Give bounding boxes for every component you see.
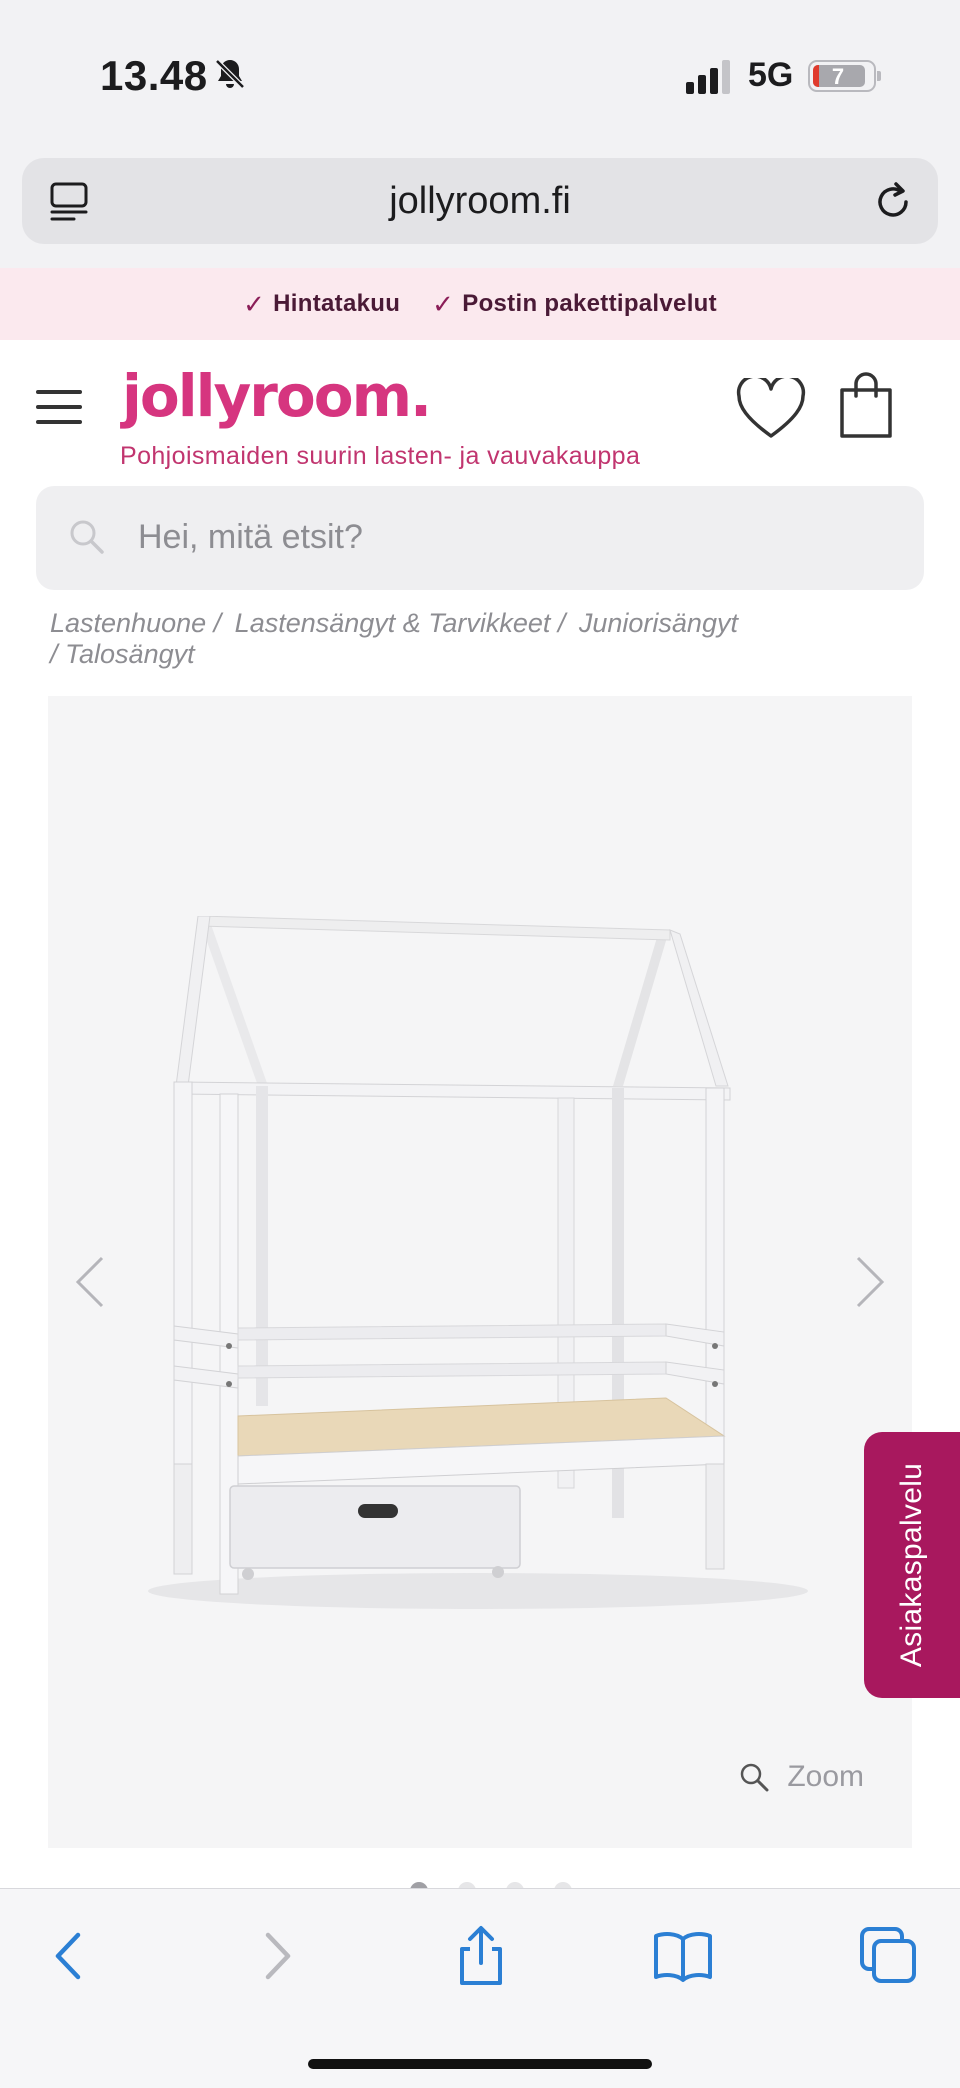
promo-item: ✓ Hintatakuu <box>243 289 400 320</box>
share-icon[interactable] <box>450 1925 512 1987</box>
address-bar[interactable]: jollyroom.fi <box>22 158 938 244</box>
check-icon: ✓ <box>243 288 266 319</box>
reload-icon[interactable] <box>872 180 914 222</box>
breadcrumb: Lastenhuone / Lastensängyt & Tarvikkeet … <box>50 608 910 670</box>
promo-item: ✓ Postin pakettipalvelut <box>432 289 717 320</box>
promo-bar: ✓ Hintatakuu ✓ Postin pakettipalvelut <box>0 268 960 340</box>
home-indicator <box>308 2059 652 2069</box>
site-logo[interactable]: jollyroom. <box>122 362 432 430</box>
heart-icon[interactable] <box>736 378 806 440</box>
bookmarks-icon[interactable] <box>652 1925 714 1987</box>
breadcrumb-link[interactable]: Lastensängyt & Tarvikkeet / <box>235 608 566 638</box>
site-header: jollyroom. Pohjoismaiden suurin lasten- … <box>0 340 960 480</box>
status-time: 13.48 <box>100 52 208 99</box>
product-image-gallery[interactable]: Zoom <box>48 696 912 1848</box>
customer-service-tab[interactable]: Asiakaspalvelu <box>864 1432 960 1698</box>
battery-level: 7 <box>831 64 845 89</box>
url-domain[interactable]: jollyroom.fi <box>22 180 938 223</box>
search-placeholder[interactable]: Hei, mitä etsit? <box>138 518 363 557</box>
promo-text: Hintatakuu <box>273 290 401 317</box>
zoom-icon <box>741 1763 769 1792</box>
check-icon: ✓ <box>432 288 455 319</box>
hamburger-menu-icon[interactable] <box>36 390 84 426</box>
status-bar: 13.48 5G 7 <box>0 0 960 150</box>
previous-image-arrow-icon[interactable] <box>70 1254 110 1310</box>
breadcrumb-link[interactable]: Juniorisängyt <box>579 608 738 638</box>
next-image-arrow-icon[interactable] <box>850 1254 890 1310</box>
search-icon <box>70 520 104 554</box>
network-type: 5G <box>748 56 794 94</box>
forward-icon[interactable] <box>246 1925 308 1987</box>
search-input[interactable]: Hei, mitä etsit? <box>36 486 924 590</box>
site-tagline: Pohjoismaiden suurin lasten- ja vauvakau… <box>120 442 641 470</box>
product-image[interactable] <box>118 916 858 1636</box>
tabs-icon[interactable] <box>858 1925 920 1987</box>
back-icon[interactable] <box>38 1925 100 1987</box>
browser-toolbar <box>0 1888 960 2088</box>
signal-icon <box>686 60 730 94</box>
battery-icon: 7 <box>808 60 881 92</box>
bell-slash-icon <box>215 59 245 89</box>
zoom-button[interactable]: Zoom <box>739 1760 864 1794</box>
web-page: ✓ Hintatakuu ✓ Postin pakettipalvelut jo… <box>0 268 960 1888</box>
breadcrumb-link[interactable]: Lastenhuone / <box>50 608 221 638</box>
breadcrumb-current: / Talosängyt <box>50 639 195 669</box>
shopping-bag-icon[interactable] <box>838 372 894 438</box>
customer-service-label: Asiakaspalvelu <box>895 1462 928 1668</box>
zoom-label: Zoom <box>787 1760 864 1793</box>
promo-text: Postin pakettipalvelut <box>462 290 717 317</box>
